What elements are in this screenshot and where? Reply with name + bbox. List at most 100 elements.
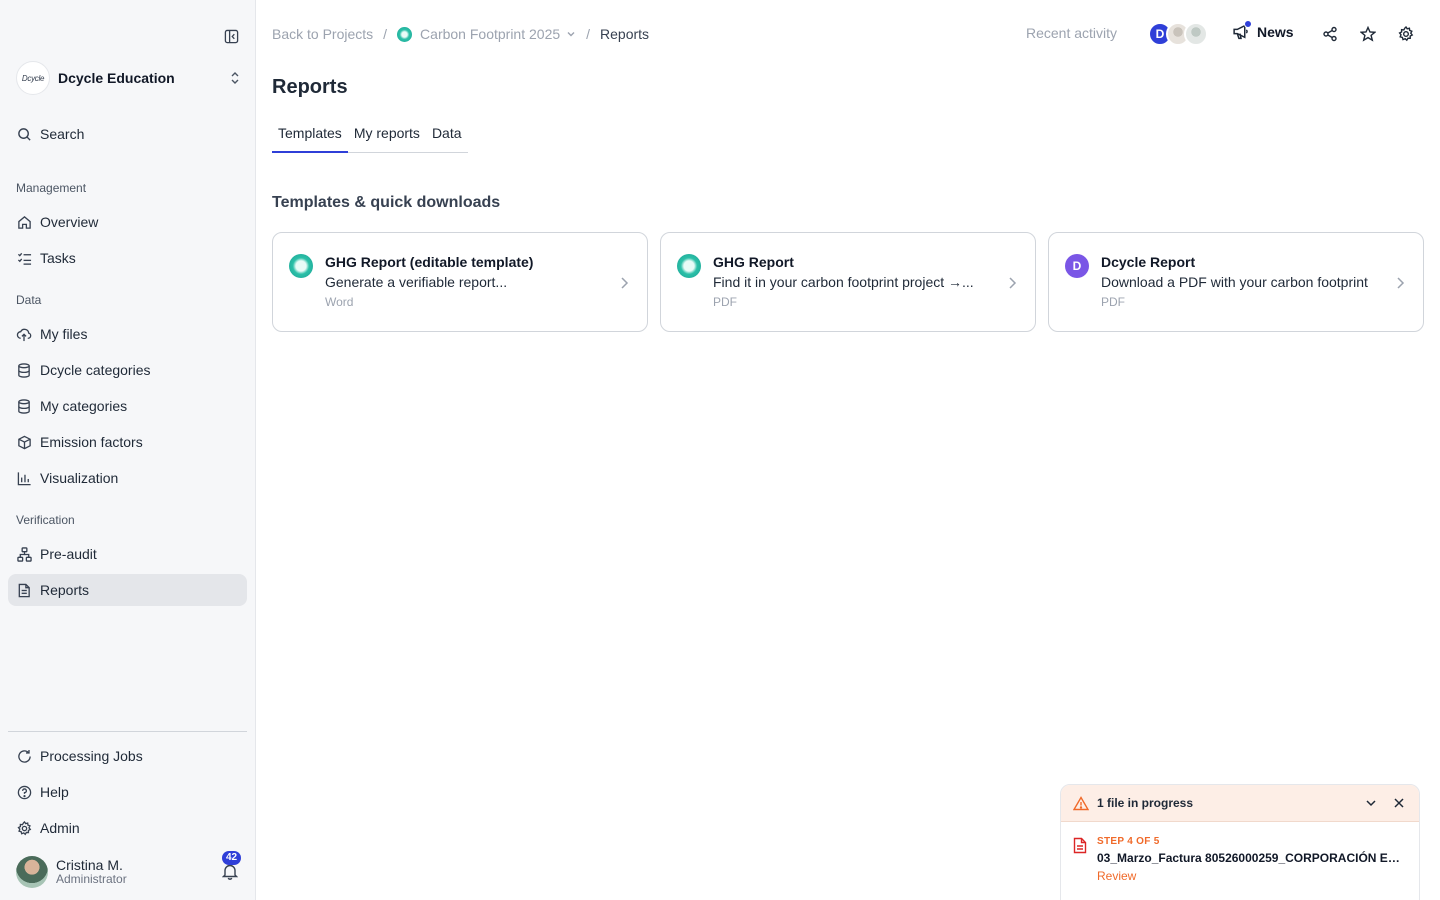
sidebar-item-label: Emission factors [40, 434, 143, 450]
sidebar-item-label: Dcycle categories [40, 362, 151, 378]
review-link[interactable]: Review [1097, 869, 1136, 883]
section-management: Management [16, 181, 87, 195]
project-icon [397, 26, 413, 42]
breadcrumb: Back to Projects / Carbon Footprint 2025… [272, 24, 649, 44]
sidebar-item-overview[interactable]: Overview [8, 206, 247, 238]
sidebar-item-label: Processing Jobs [40, 748, 143, 764]
organization-switcher[interactable]: Dcycle Dcycle Education [16, 60, 242, 96]
toast-file-name: 03_Marzo_Factura 80526000259_CORPORACIÓN… [1097, 851, 1402, 865]
file-progress-toast: 1 file in progress STEP 4 OF 5 03_Marzo_… [1060, 784, 1420, 900]
teal-circle-icon [289, 254, 313, 278]
sidebar-item-label: Visualization [40, 470, 119, 486]
warning-icon [1073, 795, 1089, 811]
sidebar-item-my-files[interactable]: My files [8, 318, 247, 350]
breadcrumb-separator: / [383, 26, 388, 42]
toast-step: STEP 4 OF 5 [1097, 836, 1160, 847]
user-profile[interactable]: Cristina M. Administrator 42 [16, 851, 246, 889]
card-title: Dcycle Report [1101, 254, 1196, 270]
page-title: Reports [272, 76, 348, 98]
chevron-right-icon [617, 276, 631, 290]
sidebar-item-label: Admin [40, 820, 80, 836]
bell-icon[interactable] [221, 863, 240, 881]
search-icon [16, 126, 32, 142]
breadcrumb-back-link[interactable]: Back to Projects [272, 26, 373, 42]
breadcrumb-project-dropdown[interactable]: Carbon Footprint 2025 [397, 26, 576, 42]
gear-icon [16, 820, 32, 836]
refresh-icon [16, 748, 32, 764]
report-card-ghg-editable[interactable]: GHG Report (editable template) Generate … [272, 232, 648, 332]
card-file-type: PDF [1101, 295, 1125, 309]
chevron-right-icon [1393, 276, 1407, 290]
document-icon [16, 582, 32, 598]
sidebar-item-label: My categories [40, 398, 128, 414]
card-file-type: PDF [713, 295, 737, 309]
breadcrumb-separator: / [586, 26, 591, 42]
recent-activity-link[interactable]: Recent activity [1026, 25, 1117, 41]
home-icon [16, 214, 32, 230]
sidebar-item-search[interactable]: Search [8, 118, 247, 150]
megaphone-icon [1232, 20, 1252, 40]
card-description: Generate a verifiable report... [325, 274, 508, 290]
sidebar-item-tasks[interactable]: Tasks [8, 242, 247, 274]
share-icon[interactable] [1321, 25, 1339, 43]
collaborator-avatars[interactable]: D [1148, 22, 1208, 46]
breadcrumb-current: Reports [600, 26, 650, 42]
sidebar-item-label: Overview [40, 214, 99, 230]
report-card-ghg[interactable]: GHG Report Find it in your carbon footpr… [660, 232, 1036, 332]
card-file-type: Word [325, 295, 354, 309]
teal-circle-icon [677, 254, 701, 278]
user-role: Administrator [56, 872, 127, 887]
sidebar-item-label: Pre-audit [40, 546, 97, 562]
hierarchy-icon [16, 546, 32, 562]
news-label: News [1257, 23, 1294, 40]
avatar [16, 856, 48, 888]
card-description: Find it in your carbon footprint project… [713, 274, 974, 290]
star-icon[interactable] [1359, 25, 1377, 43]
organization-logo: Dcycle [16, 61, 50, 95]
sidebar-item-reports[interactable]: Reports [8, 574, 247, 606]
organization-name: Dcycle Education [58, 70, 175, 86]
card-title: GHG Report (editable template) [325, 254, 534, 270]
help-circle-icon [16, 784, 32, 800]
sidebar-item-admin[interactable]: Admin [8, 812, 247, 844]
sidebar-item-processing-jobs[interactable]: Processing Jobs [8, 740, 247, 772]
toast-title: 1 file in progress [1097, 796, 1194, 810]
gear-icon[interactable] [1397, 25, 1415, 43]
bar-chart-icon [16, 470, 32, 486]
sidebar-divider [8, 731, 247, 732]
sidebar-item-visualization[interactable]: Visualization [8, 462, 247, 494]
card-title: GHG Report [713, 254, 794, 270]
sidebar-item-pre-audit[interactable]: Pre-audit [8, 538, 247, 570]
chevron-up-down-icon [228, 70, 242, 86]
news-unread-dot [1244, 20, 1252, 28]
sidebar-item-help[interactable]: Help [8, 776, 247, 808]
card-description: Download a PDF with your carbon footprin… [1101, 274, 1368, 290]
user-name: Cristina M. [56, 856, 123, 873]
sidebar-item-dcycle-categories[interactable]: Dcycle categories [8, 354, 247, 386]
collapse-sidebar-icon[interactable] [222, 27, 240, 45]
cloud-upload-icon [16, 326, 32, 342]
tab-bar: Templates My reports Data [272, 122, 468, 153]
sidebar-item-my-categories[interactable]: My categories [8, 390, 247, 422]
news-button[interactable]: News [1232, 20, 1294, 40]
avatar [1184, 22, 1208, 46]
sidebar-item-label: Help [40, 784, 69, 800]
chevron-down-icon[interactable] [1363, 795, 1379, 811]
close-icon[interactable] [1391, 795, 1407, 811]
notification-count-badge: 42 [222, 851, 242, 865]
toast-header: 1 file in progress [1061, 785, 1419, 822]
section-verification: Verification [16, 513, 75, 527]
sidebar-item-emission-factors[interactable]: Emission factors [8, 426, 247, 458]
dcycle-logo-icon: D [1065, 254, 1089, 278]
report-card-dcycle[interactable]: D Dcycle Report Download a PDF with your… [1048, 232, 1424, 332]
tab-data[interactable]: Data [426, 122, 468, 153]
section-title: Templates & quick downloads [272, 194, 501, 211]
sidebar-item-label: Reports [40, 582, 90, 598]
database-icon [16, 362, 32, 378]
tab-templates[interactable]: Templates [272, 122, 348, 153]
checklist-icon [16, 250, 32, 266]
sidebar-item-label: My files [40, 326, 88, 342]
tab-my-reports[interactable]: My reports [348, 122, 426, 153]
breadcrumb-project-label: Carbon Footprint 2025 [420, 26, 561, 42]
section-data: Data [16, 293, 42, 307]
